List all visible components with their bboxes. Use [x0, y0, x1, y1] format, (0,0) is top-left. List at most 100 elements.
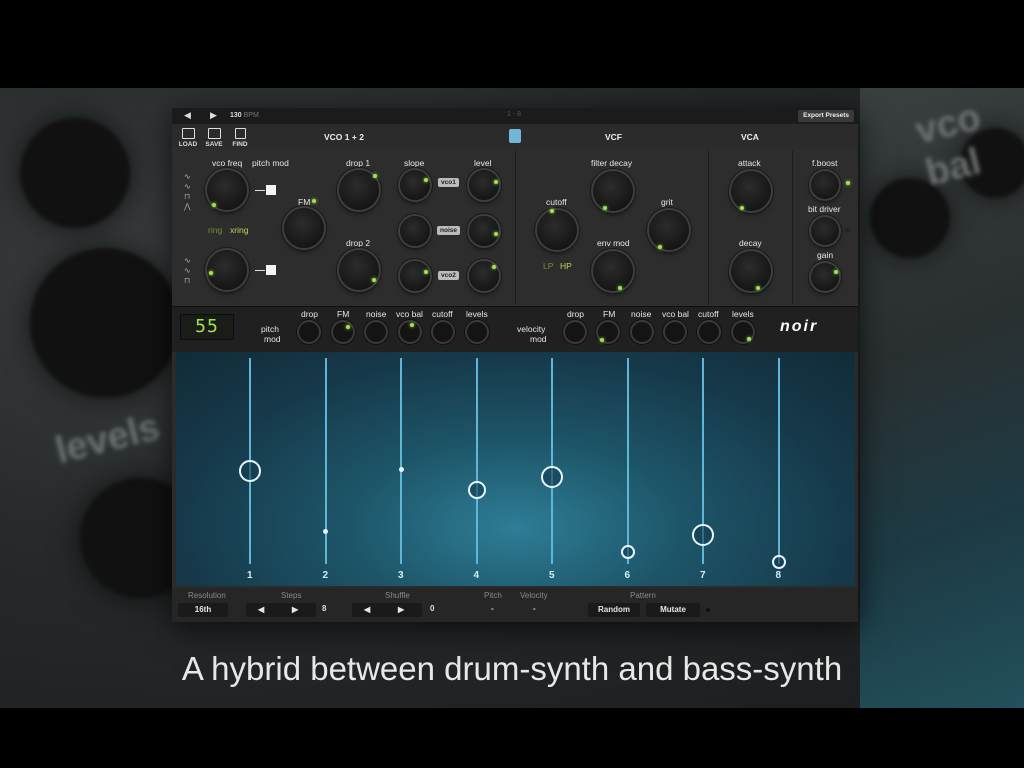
step-handle-4[interactable]	[467, 480, 486, 499]
app-logo-icon	[509, 129, 521, 143]
shuffle-decrease-icon[interactable]: ◀	[364, 603, 370, 617]
ring-toggle[interactable]: ring	[208, 225, 222, 235]
grit-knob[interactable]	[649, 210, 689, 250]
bpm-readout[interactable]: 130 BPM	[230, 112, 259, 119]
section-divider	[515, 150, 516, 304]
pattern-indicator	[706, 608, 710, 612]
step-handle-5[interactable]	[541, 466, 563, 489]
mutate-button[interactable]: Mutate	[646, 603, 700, 617]
step-handle-3[interactable]	[398, 466, 404, 472]
random-button[interactable]: Random	[588, 603, 640, 617]
resolution-selector[interactable]: 16th	[178, 603, 228, 617]
pattern-label: Pattern	[630, 591, 656, 600]
resolution-label: Resolution	[188, 591, 226, 600]
bg-knob	[20, 118, 130, 228]
pitch-drop-label: drop	[301, 309, 319, 319]
step-track-3[interactable]	[400, 358, 402, 564]
step-number-5: 5	[549, 570, 555, 581]
step-handle-1[interactable]	[239, 460, 261, 483]
folder-icon	[181, 128, 195, 139]
prev-preset-button[interactable]: ◀	[184, 110, 191, 121]
velocity-fm-label: FM	[603, 309, 616, 319]
steps-stepper[interactable]: ◀ ▶	[246, 603, 316, 617]
knob-indicator	[618, 286, 622, 290]
velocity-mod-row-label-2: mod	[530, 334, 547, 344]
pitch-mod-toggle-vco1[interactable]	[266, 185, 276, 195]
cutoff-knob[interactable]	[537, 210, 577, 250]
steps-decrease-icon[interactable]: ◀	[258, 603, 264, 617]
fboost-knob[interactable]	[811, 171, 839, 199]
filter-decay-knob[interactable]	[593, 171, 633, 211]
level-vco1-knob[interactable]	[469, 170, 499, 200]
knob-indicator	[747, 337, 751, 341]
steps-increase-icon[interactable]: ▶	[292, 603, 298, 617]
fboost-label: f.boost	[812, 158, 838, 168]
vco2-freq-knob[interactable]	[207, 250, 247, 290]
knob-indicator	[550, 209, 554, 213]
knob-indicator	[756, 286, 760, 290]
slope-vco2-knob[interactable]	[400, 261, 430, 291]
step-track-8[interactable]	[777, 358, 780, 564]
load-button[interactable]: LOAD	[178, 128, 198, 148]
export-presets-button[interactable]: Export Presets	[798, 110, 854, 122]
step-track-6[interactable]	[626, 358, 629, 564]
velocity-vcobal-knob[interactable]	[665, 322, 685, 342]
shuffle-increase-icon[interactable]: ▶	[398, 603, 404, 617]
link-line	[255, 270, 265, 271]
bit-driver-label: bit driver	[808, 204, 841, 214]
bpm-unit: BPM	[243, 112, 259, 119]
waveform-selector-vco1[interactable]: ∿ ∿ ⊓ ⋀	[184, 172, 191, 212]
knob-indicator	[603, 206, 607, 210]
velocity-value: -	[533, 604, 536, 613]
slope-vco1-knob[interactable]	[400, 170, 430, 200]
step-track-4[interactable]	[475, 358, 478, 564]
level-noise-knob[interactable]	[469, 216, 499, 246]
pitch-noise-knob[interactable]	[366, 322, 386, 342]
hp-toggle[interactable]: HP	[560, 261, 572, 271]
pitch-drop-knob[interactable]	[299, 322, 319, 342]
knob-indicator	[209, 271, 213, 275]
step-track-5[interactable]	[551, 358, 553, 564]
find-button[interactable]: FIND	[230, 128, 250, 148]
step-sequencer[interactable]: 1 2 3 4 5 6 7 8	[176, 352, 855, 586]
fm-label: FM	[298, 197, 311, 207]
filter-decay-label: filter decay	[591, 158, 633, 168]
slope-noise-knob[interactable]	[400, 216, 430, 246]
velocity-vcobal-label: vco bal	[662, 309, 689, 319]
bit-driver-knob[interactable]	[811, 217, 839, 245]
step-handle-6[interactable]	[620, 544, 635, 559]
pitch-mod-toggle-vco2[interactable]	[266, 265, 276, 275]
gain-knob[interactable]	[811, 263, 839, 291]
pitch-cutoff-knob[interactable]	[433, 322, 453, 342]
velocity-drop-knob[interactable]	[565, 322, 585, 342]
drop2-knob[interactable]	[339, 250, 379, 290]
brand-logo: noir	[780, 318, 819, 335]
velocity-cutoff-knob[interactable]	[699, 322, 719, 342]
step-handle-2[interactable]	[323, 528, 328, 534]
steps-label: Steps	[281, 591, 302, 600]
load-label: LOAD	[178, 141, 198, 148]
decay-knob[interactable]	[731, 251, 771, 291]
step-handle-8[interactable]	[771, 554, 786, 569]
velocity-cutoff-label: cutoff	[698, 309, 719, 319]
velocity-noise-knob[interactable]	[632, 322, 652, 342]
find-label: FIND	[232, 141, 248, 148]
knob-indicator	[410, 323, 414, 327]
fboost-indicator	[846, 181, 850, 185]
cutoff-label: cutoff	[546, 197, 567, 207]
step-handle-7[interactable]	[692, 524, 714, 547]
section-divider	[708, 150, 709, 304]
pitch-levels-knob[interactable]	[467, 322, 487, 342]
pitch-label: Pitch	[484, 591, 502, 600]
attack-knob[interactable]	[731, 171, 771, 211]
next-preset-button[interactable]: ▶	[210, 110, 217, 121]
save-button[interactable]: SAVE	[204, 128, 224, 148]
fm-knob[interactable]	[284, 208, 324, 248]
waveform-selector-vco2[interactable]: ∿ ∿ ⊓	[184, 256, 191, 286]
shuffle-stepper[interactable]: ◀ ▶	[352, 603, 422, 617]
xring-toggle[interactable]: xring	[230, 225, 248, 235]
pitch-fm-knob[interactable]	[333, 322, 353, 342]
lp-toggle[interactable]: LP	[543, 261, 553, 271]
top-bar: ◀ ▶ 130 BPM 1 - 8 Export Presets	[172, 108, 858, 124]
env-mod-knob[interactable]	[593, 251, 633, 291]
